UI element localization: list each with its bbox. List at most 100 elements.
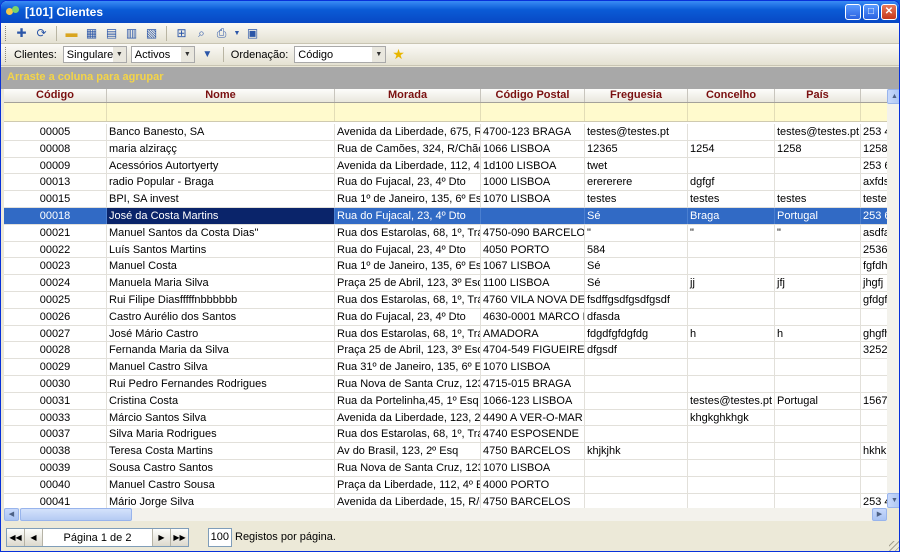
table-cell[interactable]: hkhkh <box>861 443 887 459</box>
table-cell[interactable]: Portugal <box>775 207 861 224</box>
table-cell[interactable]: Rua do Fujacal, 23, 4º Dto <box>335 241 481 258</box>
table-cell[interactable]: 00030 <box>4 375 107 392</box>
table-cell[interactable]: asdfa <box>861 225 887 241</box>
table-cell[interactable]: 3252 <box>861 342 887 358</box>
table-cell[interactable] <box>775 493 861 508</box>
table-cell[interactable]: Acessórios Autortyerty <box>107 157 335 174</box>
table-row[interactable]: 00031 Cristina Costa Rua da Portelinha,45,… <box>4 392 887 410</box>
previous-page-icon[interactable]: ◀ <box>25 529 43 546</box>
favorite-star-icon[interactable]: ★ <box>392 46 405 63</box>
table-row[interactable]: 00018 José da Costa Martins Rua do Fujacal… <box>4 207 887 225</box>
filter-cell[interactable] <box>775 103 861 121</box>
table-cell[interactable] <box>585 493 688 508</box>
table-cell[interactable]: Mário Jorge Silva <box>107 493 335 508</box>
table-cell[interactable]: 1258 <box>775 140 861 157</box>
table-cell[interactable]: 00037 <box>4 426 107 443</box>
chevron-down-icon[interactable]: ▼ <box>180 47 194 62</box>
table-cell[interactable]: Rua dos Estarolas, 68, 1º, Trás <box>335 426 481 443</box>
add-icon[interactable]: ✚ <box>13 25 30 42</box>
column-header[interactable]: Freguesia <box>585 89 688 102</box>
table-cell[interactable] <box>775 291 861 308</box>
table-cell[interactable] <box>688 375 775 392</box>
table-cell[interactable]: Teresa Costa Martins <box>107 443 335 459</box>
next-page-icon[interactable]: ▶ <box>152 529 170 546</box>
table-cell[interactable] <box>775 426 861 443</box>
table-row[interactable]: 00024 Manuela Maria Silva Praça 25 de Abri… <box>4 275 887 292</box>
table-cell[interactable]: radio Popular - Braga <box>107 174 335 191</box>
table-cell[interactable]: khjkjhk <box>585 443 688 459</box>
table-cell[interactable]: Rua do Fujacal, 23, 4º Dto <box>335 174 481 191</box>
horizontal-scrollbar[interactable]: ◀ ▶ <box>4 508 887 521</box>
table-cell[interactable]: Manuela Maria Silva <box>107 275 335 291</box>
table-cell[interactable] <box>688 459 775 476</box>
filter-cell[interactable] <box>107 103 335 121</box>
table-cell[interactable]: Rua de Camões, 324, R/Chão <box>335 140 481 157</box>
table-cell[interactable]: 4000 PORTO <box>481 476 585 493</box>
grid-filter-row[interactable] <box>4 103 887 122</box>
table-cell[interactable]: Cristina Costa <box>107 392 335 409</box>
table-cell[interactable]: teste <box>861 191 887 207</box>
table-row[interactable]: 00005 Banco Banesto, SA Avenida da Liberda… <box>4 124 887 141</box>
table-cell[interactable] <box>775 308 861 325</box>
table-cell[interactable]: José Mário Castro <box>107 325 335 342</box>
table-cell[interactable]: " <box>688 224 775 241</box>
table-row[interactable]: 00022 Luís Santos Martins Rua do Fujacal, … <box>4 241 887 259</box>
table-cell[interactable] <box>861 477 887 493</box>
table-cell[interactable]: erererere <box>585 174 688 191</box>
table-cell[interactable]: 00038 <box>4 443 107 459</box>
horizontal-scroll-thumb[interactable] <box>20 508 132 521</box>
table-cell[interactable]: AMADORA <box>481 325 585 342</box>
table-row[interactable]: 00029 Manuel Castro Silva Rua 31º de Janei… <box>4 359 887 376</box>
table-cell[interactable]: h <box>775 325 861 342</box>
table-cell[interactable] <box>688 308 775 325</box>
filter-cell[interactable] <box>585 103 688 121</box>
chevron-down-icon[interactable]: ▼ <box>372 47 386 62</box>
table-cell[interactable] <box>481 207 585 224</box>
minimize-button[interactable]: _ <box>845 4 861 20</box>
table-cell[interactable]: Sousa Castro Santos <box>107 459 335 476</box>
column-header[interactable]: Código Postal <box>481 89 585 102</box>
table-cell[interactable]: testes@testes.pt <box>585 124 688 140</box>
table-cell[interactable]: Manuel Castro Silva <box>107 359 335 375</box>
records-per-page-input[interactable]: 100 <box>208 528 232 547</box>
sort-select[interactable]: Código ▼ <box>294 46 387 63</box>
table-cell[interactable]: 00026 <box>4 308 107 325</box>
table-row[interactable]: 00041 Mário Jorge Silva Avenida da Liberda… <box>4 493 887 508</box>
table-cell[interactable]: 253 6 <box>861 158 887 174</box>
table-cell[interactable]: Av do Brasil, 123, 2º Esq <box>335 443 481 459</box>
table-cell[interactable]: Rua do Fujacal, 23, 4º Dto <box>335 207 481 224</box>
table-cell[interactable]: 4750 BARCELOS <box>481 493 585 508</box>
table-cell[interactable] <box>688 157 775 174</box>
table-cell[interactable]: 00041 <box>4 493 107 508</box>
table-row[interactable]: 00026 Castro Aurélio dos Santos Rua do Fuj… <box>4 308 887 326</box>
table-cell[interactable]: Rua 31º de Janeiro, 135, 6º Esq. <box>335 359 481 375</box>
table-cell[interactable]: 00025 <box>4 291 107 308</box>
open-folder-icon[interactable]: ▬ <box>63 25 80 42</box>
table-cell[interactable]: 00028 <box>4 342 107 359</box>
table-cell[interactable]: jfj <box>775 275 861 291</box>
table-cell[interactable]: Rua do Fujacal, 23, 4º Dto <box>335 308 481 325</box>
table-cell[interactable] <box>688 493 775 508</box>
table-row[interactable]: 00013 radio Popular - Braga Rua do Fujacal… <box>4 174 887 192</box>
table-cell[interactable]: maria alziraçç <box>107 140 335 157</box>
table-row[interactable]: 00025 Rui Filipe Diasfffffnbbbbbb Rua dos … <box>4 291 887 309</box>
resize-grip[interactable] <box>889 541 899 551</box>
table-cell[interactable] <box>688 241 775 258</box>
table-cell[interactable] <box>585 375 688 392</box>
column-header[interactable]: País <box>775 89 861 102</box>
table-cell[interactable]: 4700-123 BRAGA <box>481 124 585 140</box>
table-cell[interactable] <box>585 392 688 409</box>
table-cell[interactable]: 584 <box>585 241 688 258</box>
table-cell[interactable] <box>861 460 887 476</box>
first-page-icon[interactable]: ◀◀ <box>7 529 25 546</box>
table-cell[interactable]: José da Costa Martins <box>107 207 335 224</box>
table-cell[interactable] <box>585 459 688 476</box>
table-cell[interactable] <box>688 258 775 275</box>
title-bar[interactable]: [101] Clientes _ □ ✕ <box>1 1 899 23</box>
columns-icon[interactable]: ▧ <box>143 25 160 42</box>
table-cell[interactable] <box>688 443 775 459</box>
table-cell[interactable]: 00027 <box>4 325 107 342</box>
table-cell[interactable] <box>688 359 775 375</box>
table-cell[interactable]: Avenida da Liberdade, 112, 4º Esq. <box>335 157 481 174</box>
clientes-type-select[interactable]: Singulares ▼ <box>62 46 127 63</box>
